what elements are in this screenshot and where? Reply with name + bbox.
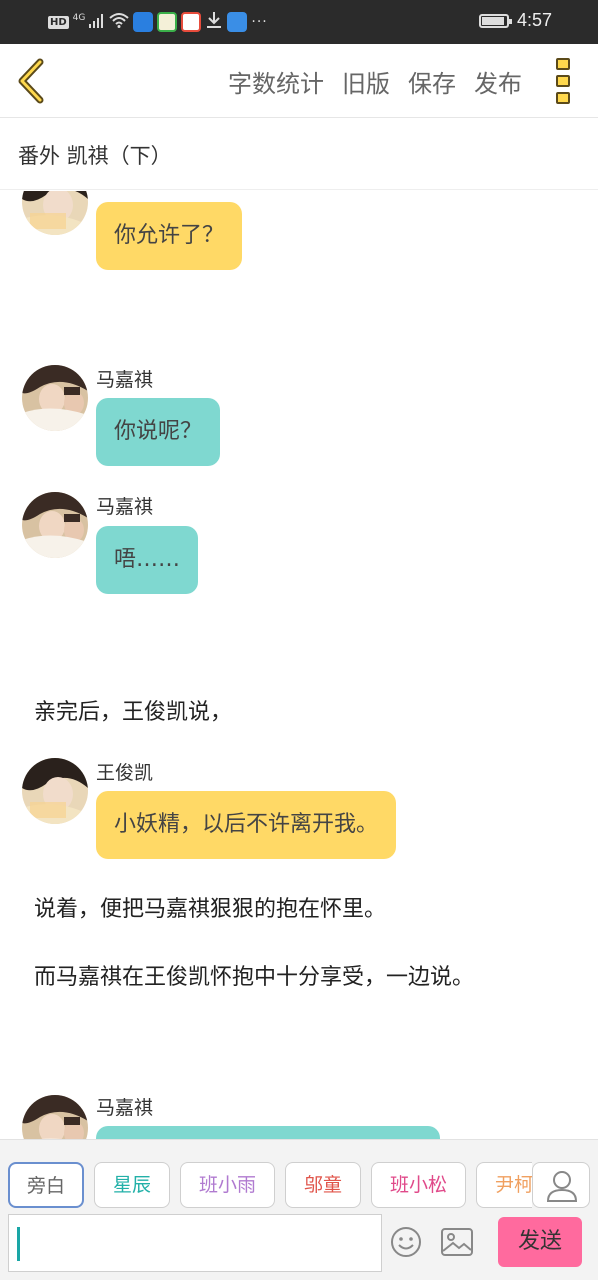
- editor-toolbar: 字数统计 旧版 保存 发布: [0, 44, 598, 118]
- more-notifications: ···: [251, 14, 268, 30]
- status-bar: HD 4G ··· 4:57: [0, 0, 598, 44]
- emoji-button[interactable]: [390, 1226, 422, 1258]
- hd-indicator: HD: [48, 15, 69, 29]
- story-content[interactable]: 你允许了？ 马嘉祺 你说呢？ 马嘉祺 唔…… 亲完后，王俊凯说， 王俊凯 小妖精…: [0, 191, 598, 1139]
- more-dot: [556, 75, 570, 87]
- wifi-icon: [109, 12, 130, 32]
- message-input[interactable]: [8, 1214, 382, 1272]
- narration-text[interactable]: 亲完后，王俊凯说，: [34, 694, 232, 726]
- old-version-button[interactable]: 旧版: [342, 64, 390, 99]
- text-caret: [17, 1227, 20, 1261]
- battery-icon: [478, 13, 512, 28]
- chat-bubble[interactable]: 你说呢？: [96, 398, 221, 466]
- avatar-ma-jiaqi: [22, 365, 88, 431]
- emoji-icon: [391, 1227, 421, 1257]
- narration-text[interactable]: 说着，便把马嘉祺狠狠的抱在怀里。: [34, 891, 386, 923]
- narration-text[interactable]: 而马嘉祺在王俊凯怀抱中十分享受，一边说。: [34, 959, 474, 991]
- speaker-name: 马嘉祺: [96, 496, 154, 518]
- avatar-ma-jiaqi: [22, 492, 88, 558]
- avatar-ma-jiaqi: [22, 1095, 88, 1139]
- avatar-wang-junkai: [22, 191, 88, 235]
- character-chip[interactable]: 班小雨: [180, 1162, 275, 1208]
- app-notification-icon: [133, 12, 154, 32]
- chat-bubble[interactable]: 唔……: [96, 526, 199, 594]
- publish-button[interactable]: 发布: [474, 64, 522, 99]
- signal-icon: [89, 13, 105, 32]
- character-chip[interactable]: 邬童: [285, 1162, 361, 1208]
- app-notification-icon: [157, 12, 178, 32]
- image-button[interactable]: [440, 1226, 474, 1258]
- send-button[interactable]: 发送: [498, 1217, 582, 1267]
- status-icons: HD 4G ···: [48, 12, 268, 32]
- more-menu-button[interactable]: [556, 58, 572, 104]
- more-dot: [556, 58, 570, 70]
- chat-bubble[interactable]: 你允许了？: [96, 202, 243, 270]
- back-arrow-icon: [18, 58, 44, 104]
- character-chip[interactable]: 旁白: [8, 1162, 84, 1208]
- network-type: 4G: [72, 13, 86, 23]
- image-icon: [441, 1228, 473, 1256]
- character-manage-button[interactable]: [532, 1162, 590, 1208]
- clock: 4:57: [516, 10, 552, 30]
- user-icon: [546, 1171, 578, 1202]
- chat-bubble[interactable]: [96, 1126, 440, 1139]
- speaker-name: 马嘉祺: [96, 1097, 154, 1119]
- character-selector: 旁白 星辰 班小雨 邬童 班小松 尹柯: [8, 1162, 532, 1210]
- video-app-icon: [181, 12, 202, 32]
- save-button[interactable]: 保存: [408, 64, 456, 99]
- character-chip[interactable]: 班小松: [371, 1162, 466, 1208]
- hotspot-icon: [227, 12, 248, 32]
- character-chip[interactable]: 尹柯: [476, 1162, 532, 1208]
- toolbar-actions: 字数统计 旧版 保存 发布: [228, 64, 522, 99]
- speaker-name: 王俊凯: [96, 762, 154, 784]
- composer-panel: 旁白 星辰 班小雨 邬童 班小松 尹柯 发送: [0, 1139, 598, 1280]
- download-icon: [205, 11, 223, 33]
- word-count-button[interactable]: 字数统计: [228, 64, 324, 99]
- chapter-header: 番外 凯祺（下）: [0, 118, 598, 190]
- avatar-wang-junkai: [22, 758, 88, 824]
- character-chip[interactable]: 星辰: [94, 1162, 170, 1208]
- more-dot: [556, 92, 570, 104]
- back-button[interactable]: [14, 58, 50, 104]
- status-right: 4:57: [478, 10, 552, 31]
- chapter-title[interactable]: 番外 凯祺（下）: [18, 140, 172, 170]
- chat-bubble[interactable]: 小妖精，以后不许离开我。: [96, 791, 397, 859]
- speaker-name: 马嘉祺: [96, 369, 154, 391]
